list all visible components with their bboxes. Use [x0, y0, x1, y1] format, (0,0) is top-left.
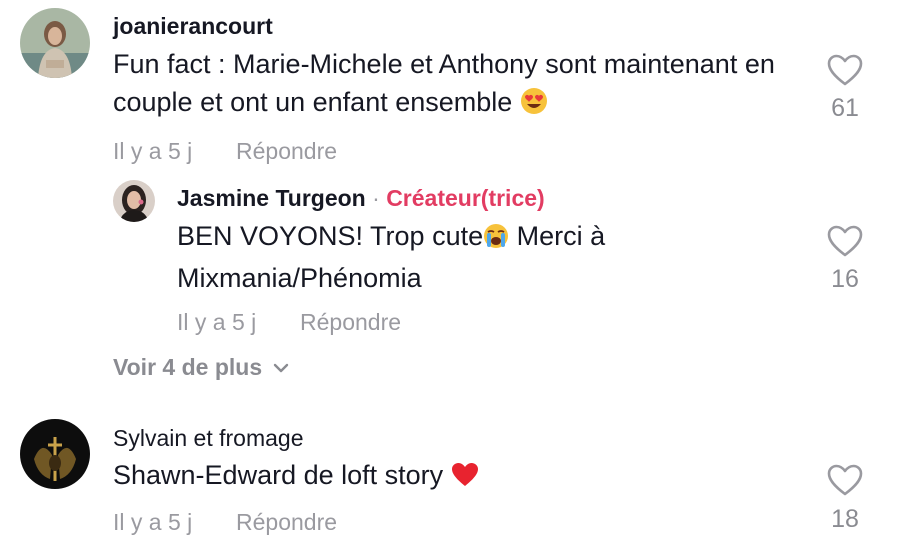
comment-username[interactable]: joanierancourt — [113, 13, 273, 40]
view-more-replies-button[interactable]: Voir 4 de plus — [113, 354, 290, 381]
reply-text: BEN VOYONS! Trop cute Merci à Mixmania/P… — [177, 217, 797, 297]
like-button[interactable] — [826, 463, 864, 497]
reply-button[interactable]: Répondre — [236, 138, 337, 165]
like-count: 16 — [831, 265, 859, 293]
comment-text: Fun fact : Marie-Michele et Anthony sont… — [113, 45, 803, 125]
chevron-down-icon — [273, 363, 289, 372]
avatar[interactable] — [113, 180, 155, 222]
comment-text-content: Fun fact : Marie-Michele et Anthony sont… — [113, 49, 775, 117]
creator-badge: Créateur(trice) — [386, 185, 545, 211]
like-button[interactable] — [826, 53, 864, 87]
separator: · — [372, 185, 380, 211]
reply-header: Jasmine Turgeon · Créateur(trice) — [177, 185, 545, 212]
comment-time: Il y a 5 j — [113, 138, 193, 164]
comment-time: Il y a 5 j — [113, 509, 193, 535]
view-more-label: Voir 4 de plus — [113, 354, 263, 380]
heart-outline-icon — [827, 54, 863, 86]
reply-text-part-1: BEN VOYONS! Trop cute — [177, 221, 484, 251]
heart-eyes-emoji-icon — [520, 87, 548, 125]
red-heart-emoji-icon — [451, 460, 479, 498]
comment-text-content: Shawn-Edward de loft story — [113, 460, 444, 490]
heart-outline-icon — [827, 464, 863, 496]
like-count: 18 — [831, 505, 859, 533]
avatar[interactable] — [20, 419, 90, 489]
like-count: 61 — [831, 94, 859, 122]
comment-text: Shawn-Edward de loft story — [113, 456, 803, 498]
like-button[interactable] — [826, 224, 864, 258]
reply-username[interactable]: Jasmine Turgeon — [177, 185, 366, 211]
comment-username[interactable]: Sylvain et fromage — [113, 425, 303, 452]
reply-time: Il y a 5 j — [177, 309, 257, 335]
reply-button[interactable]: Répondre — [300, 309, 401, 336]
heart-outline-icon — [827, 225, 863, 257]
avatar[interactable] — [20, 8, 90, 78]
reply-button[interactable]: Répondre — [236, 509, 337, 536]
crying-emoji-icon — [483, 221, 509, 259]
